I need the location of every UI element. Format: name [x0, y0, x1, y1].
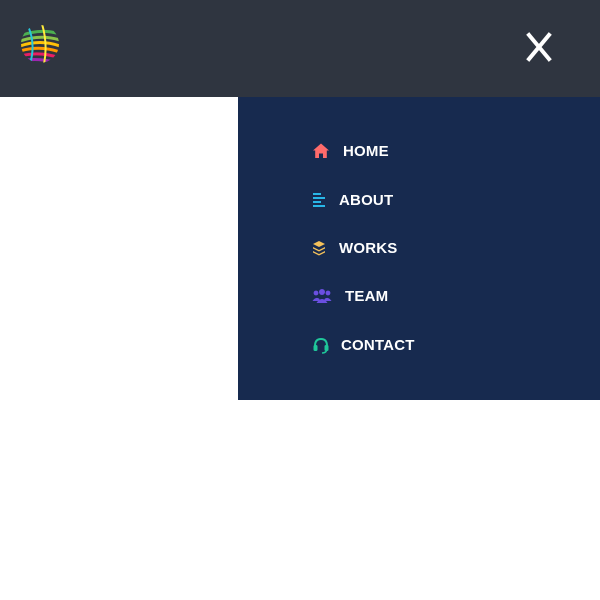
- menu-item-home[interactable]: HOME: [312, 139, 389, 163]
- home-icon: [312, 142, 330, 160]
- align-left-icon: [312, 191, 330, 209]
- close-icon: [526, 32, 552, 62]
- menu-item-contact[interactable]: CONTACT: [312, 333, 415, 357]
- menu-item-team[interactable]: TEAM: [312, 284, 388, 308]
- navigation-menu-panel: HOME ABOUT WORKS TEAM CONTACT: [238, 97, 600, 400]
- menu-item-label: HOME: [343, 142, 389, 160]
- menu-item-label: CONTACT: [341, 336, 415, 354]
- headset-icon: [312, 336, 330, 354]
- menu-item-label: WORKS: [339, 239, 398, 257]
- users-icon: [312, 287, 332, 305]
- menu-item-works[interactable]: WORKS: [312, 236, 398, 260]
- menu-item-label: TEAM: [345, 287, 389, 305]
- globe-logo-icon[interactable]: [18, 22, 62, 66]
- menu-item-label: ABOUT: [339, 191, 394, 209]
- close-menu-button[interactable]: [520, 28, 558, 66]
- layers-icon: [312, 239, 330, 257]
- top-navbar: [0, 0, 600, 97]
- menu-item-about[interactable]: ABOUT: [312, 188, 393, 212]
